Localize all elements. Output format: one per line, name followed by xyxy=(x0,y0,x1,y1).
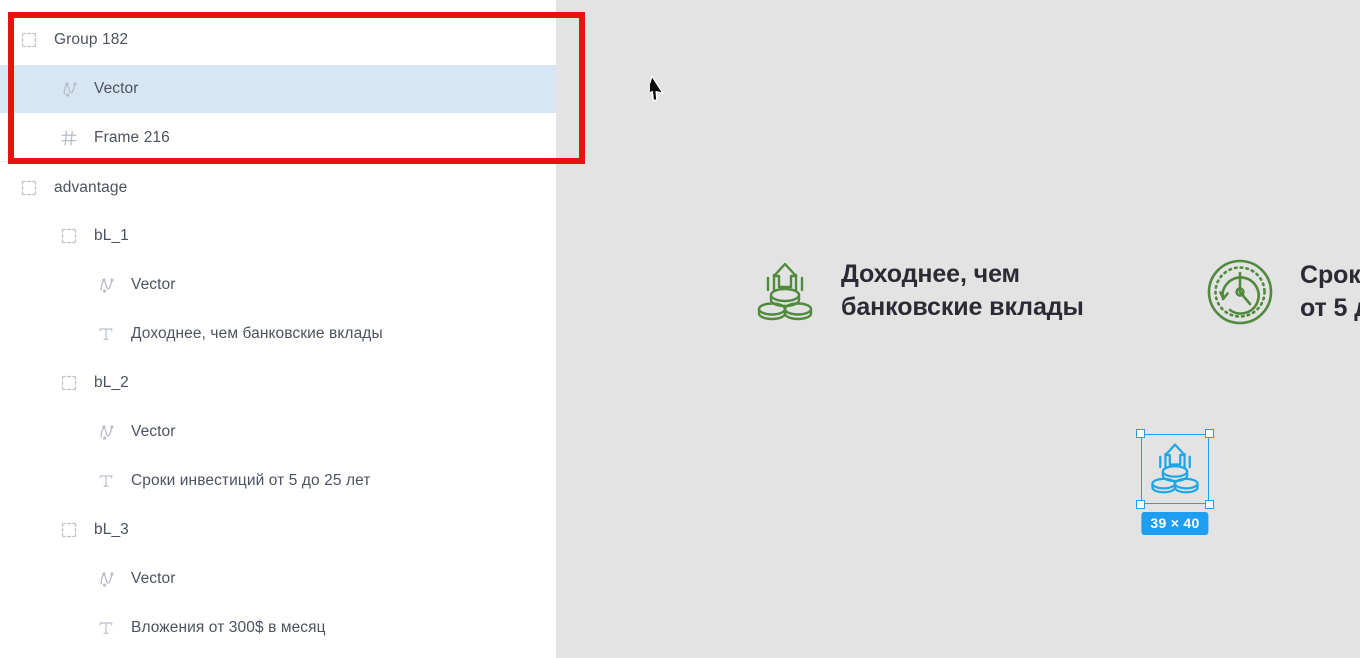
layer-row[interactable]: Доходнее, чем банковские вклады xyxy=(0,310,556,358)
layer-row-label: advantage xyxy=(54,179,128,196)
layer-row[interactable]: Сроки инвестиций от 5 до 25 лет xyxy=(0,457,556,505)
resize-handle-top-right[interactable] xyxy=(1205,429,1214,438)
group-icon xyxy=(18,29,40,51)
group-icon xyxy=(58,372,80,394)
layer-row[interactable]: Vector xyxy=(0,408,556,456)
layer-row[interactable]: Vector xyxy=(0,555,556,603)
clock-icon xyxy=(1206,258,1274,326)
layers-panel[interactable]: Group 182 Vector Frame 216 advantage bL_1 Vec… xyxy=(0,0,556,658)
selection-size-badge: 39 × 40 xyxy=(1141,512,1209,535)
layer-row-label: Vector xyxy=(94,80,139,97)
resize-handle-top-left[interactable] xyxy=(1136,429,1145,438)
layer-row[interactable]: bL_1 xyxy=(0,212,556,260)
resize-handle-bottom-right[interactable] xyxy=(1205,500,1214,509)
layer-row[interactable]: Вложения от 300$ в месяц xyxy=(0,604,556,652)
resize-handle-bottom-left[interactable] xyxy=(1136,500,1145,509)
feature-block-2[interactable]: Сроки от 5 д xyxy=(1206,258,1360,326)
layer-row[interactable]: bL_3 xyxy=(0,506,556,554)
feature-label: Доходнее, чем банковские вклады xyxy=(841,260,1084,321)
vector-icon xyxy=(95,421,117,443)
layer-row-label: Вложения от 300$ в месяц xyxy=(131,619,326,636)
coins-house-icon xyxy=(755,260,815,322)
feature-label: Сроки от 5 д xyxy=(1300,261,1360,322)
layer-row-label: Vector xyxy=(131,570,176,587)
layer-row[interactable]: Frame 216 xyxy=(0,114,556,162)
layer-row[interactable]: Group 182 xyxy=(0,16,556,64)
text-icon xyxy=(95,470,117,492)
layer-row[interactable]: bL_2 xyxy=(0,359,556,407)
vector-icon xyxy=(95,568,117,590)
vector-icon xyxy=(95,274,117,296)
selected-element[interactable]: 39 × 40 xyxy=(1136,429,1214,535)
group-icon xyxy=(18,177,40,199)
layer-row[interactable]: Vector xyxy=(0,261,556,309)
figma-window: Доходнее, чем банковские вклады Сроки от… xyxy=(0,0,1360,658)
feature-block-1[interactable]: Доходнее, чем банковские вклады xyxy=(755,258,1084,324)
layer-row-label: Frame 216 xyxy=(94,129,170,146)
vector-icon xyxy=(58,78,80,100)
layer-row-label: bL_2 xyxy=(94,374,129,391)
coins-house-icon xyxy=(1149,440,1201,496)
design-canvas[interactable]: Доходнее, чем банковские вклады Сроки от… xyxy=(556,0,1360,658)
text-icon xyxy=(95,617,117,639)
layer-row[interactable]: advantage xyxy=(0,164,556,212)
layer-row-label: bL_3 xyxy=(94,521,129,538)
layer-row-label: Доходнее, чем банковские вклады xyxy=(131,325,383,342)
text-icon xyxy=(95,323,117,345)
layer-row-label: Group 182 xyxy=(54,31,129,48)
layer-row[interactable]: Vector xyxy=(0,65,556,113)
layer-row-label: Vector xyxy=(131,276,176,293)
layer-row-label: Vector xyxy=(131,423,176,440)
group-icon xyxy=(58,225,80,247)
frame-icon xyxy=(58,127,80,149)
layer-row-label: bL_1 xyxy=(94,227,129,244)
group-icon xyxy=(58,519,80,541)
layer-row-label: Сроки инвестиций от 5 до 25 лет xyxy=(131,472,371,489)
